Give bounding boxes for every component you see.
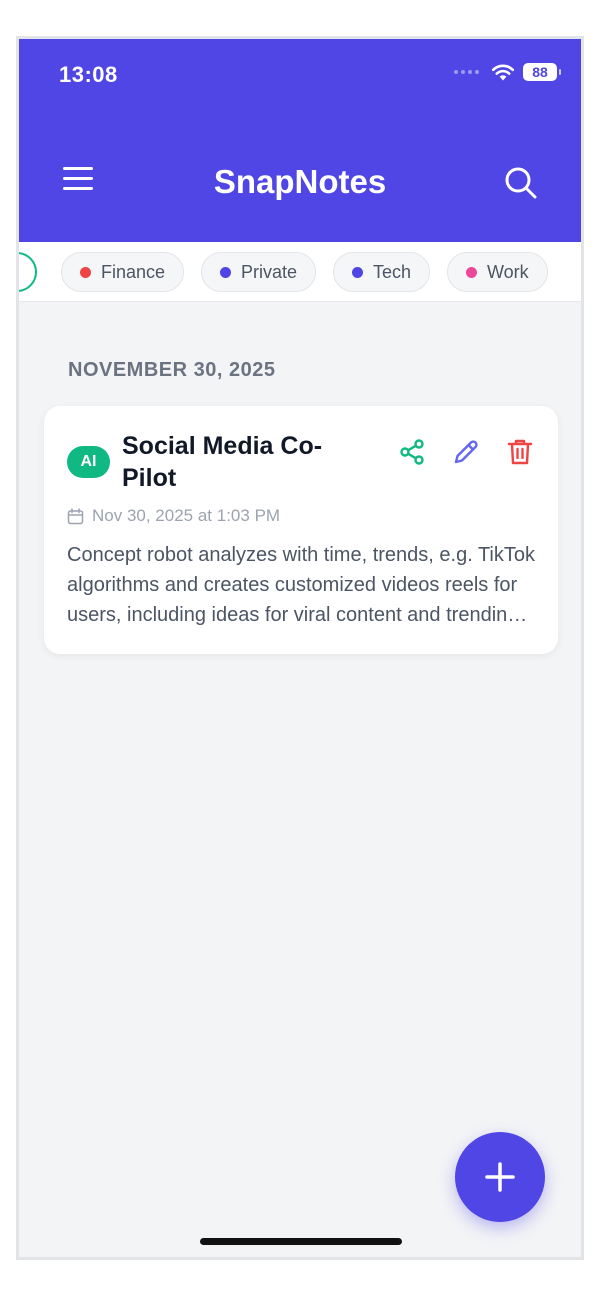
wifi-icon [491,64,515,81]
section-date-header: NOVEMBER 30, 2025 [68,359,276,381]
filter-chip-tech[interactable]: Tech [333,252,431,292]
trash-icon[interactable] [504,436,536,468]
chip-color-dot [220,266,231,278]
note-timestamp-text: Nov 30, 2025 at 1:03 PM [92,506,281,525]
battery-icon: 88 [523,63,561,81]
filter-chip-work[interactable]: Work [447,252,548,292]
status-indicators: 88 [454,63,561,81]
note-timestamp: Nov 30, 2025 at 1:03 PM [67,506,280,526]
chip-label: Finance [101,261,166,282]
pencil-icon[interactable] [450,436,482,468]
chip-label: Private [241,261,298,282]
filter-chip-finance[interactable]: Finance [61,252,185,292]
home-indicator [200,1238,402,1245]
app-screen: 13:08 88 SnapNotes AI [16,36,584,1260]
chip-label: Tech [373,261,412,282]
add-note-button[interactable] [455,1132,545,1222]
chip-color-dot [80,266,91,278]
status-time: 13:08 [59,62,118,87]
app-header: 13:08 88 SnapNotes [19,39,581,242]
plus-icon [485,1162,515,1192]
chip-label: Work [487,261,529,282]
note-card[interactable]: AI Social Media Co-Pilot Nov 30, 2025 at… [44,406,558,654]
note-title: Social Media Co-Pilot [122,432,323,492]
share-icon[interactable] [396,436,428,468]
chip-color-dot [352,266,363,278]
category-filter-bar: AI Finance Private Tech Work [19,242,581,302]
filter-chip-private[interactable]: Private [201,252,317,292]
cellular-signal-icon [454,70,479,74]
chip-color-dot [466,266,477,278]
category-badge: AI [67,446,110,478]
note-preview: Concept robot analyzes with time, trends… [67,544,535,626]
calendar-icon [67,507,84,524]
search-icon[interactable] [503,165,539,201]
app-title: SnapNotes [213,163,387,200]
note-actions [396,436,536,468]
filter-chip-ai[interactable]: AI [19,252,38,292]
